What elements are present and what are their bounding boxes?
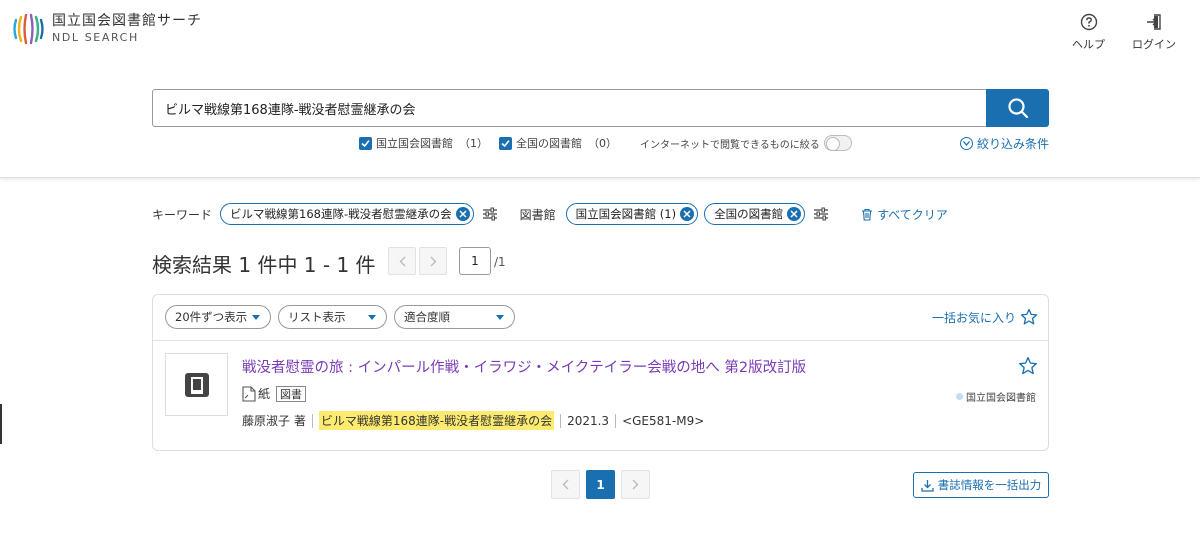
check-icon xyxy=(501,139,510,147)
chevron-left-icon xyxy=(399,256,405,266)
favorite-button[interactable] xyxy=(1018,356,1038,380)
record-title-link[interactable]: 戦没者慰霊の旅 : インパール作戦・イラワジ・メイクテイラー会戦の地へ 第2版改… xyxy=(242,356,806,377)
library-chip-all: 全国の図書館 xyxy=(704,203,806,225)
library-chip-all-label: 全国の図書館 xyxy=(714,207,784,221)
holder-label: 国立国会図書館 xyxy=(966,393,1036,404)
option-ndl[interactable]: 国立国会図書館 （1） xyxy=(359,135,488,151)
clear-all-button[interactable]: すべてクリア xyxy=(861,206,948,223)
bulk-export-label: 書誌情報を一括出力 xyxy=(937,478,1042,492)
chevron-down-icon xyxy=(960,137,973,150)
keyword-chip: ビルマ戦線第168連隊-戦没者慰霊継承の会 xyxy=(220,203,474,225)
ndl-checkbox[interactable] xyxy=(359,136,372,150)
close-icon[interactable] xyxy=(455,207,470,221)
check-icon xyxy=(361,139,370,147)
star-icon xyxy=(1020,308,1038,325)
view-mode-value: リスト表示 xyxy=(288,310,346,324)
record-media-info: 紙 図書 xyxy=(242,385,307,402)
book-icon xyxy=(184,372,209,397)
page-number-input[interactable]: 1 xyxy=(459,247,491,275)
download-icon xyxy=(921,479,934,492)
results-heading: 検索結果 1 件中 1 - 1 件 xyxy=(152,253,376,277)
caret-down-icon xyxy=(496,315,504,320)
bulk-export-button[interactable]: 書誌情報を一括出力 xyxy=(913,472,1049,498)
next-page-button[interactable] xyxy=(419,247,447,275)
search-button[interactable] xyxy=(986,89,1049,127)
login-label: ログイン xyxy=(1132,38,1176,51)
page-1-button[interactable]: 1 xyxy=(586,470,615,499)
search-input[interactable] xyxy=(153,90,987,126)
library-filter-label: 図書館 xyxy=(519,207,556,222)
divider xyxy=(560,413,562,428)
caret-down-icon xyxy=(252,315,260,320)
clear-all-label: すべてクリア xyxy=(877,207,948,222)
view-mode-select[interactable]: リスト表示 xyxy=(278,305,387,329)
ndl-logo-icon xyxy=(13,13,44,45)
ndl-option-count: （1） xyxy=(459,137,488,150)
per-page-select[interactable]: 20件ずつ表示 xyxy=(165,305,271,329)
media-label: 紙 xyxy=(258,387,271,401)
divider xyxy=(615,413,617,428)
logo-title: 国立国会図書館サーチ xyxy=(52,13,202,29)
caret-down-icon xyxy=(368,315,376,320)
close-icon[interactable] xyxy=(787,207,802,221)
filter-settings-icon[interactable] xyxy=(482,207,498,221)
bulk-favorite-button[interactable]: 一括お気に入り xyxy=(932,308,1038,326)
help-icon xyxy=(1079,12,1099,32)
search-icon xyxy=(1007,98,1028,119)
chevron-left-icon xyxy=(562,479,569,490)
record-call-number: <GE581-M9> xyxy=(622,413,705,428)
keyword-chip-label: ビルマ戦線第168連隊-戦没者慰霊継承の会 xyxy=(230,207,452,221)
refine-conditions-button[interactable]: 絞り込み条件 xyxy=(960,135,1049,152)
record-thumbnail[interactable] xyxy=(165,353,228,416)
star-icon xyxy=(1019,357,1037,375)
keyword-filter-label: キーワード xyxy=(152,207,213,222)
library-chip-ndl: 国立国会図書館 (1) xyxy=(565,203,699,225)
prev-page-button[interactable] xyxy=(388,247,416,275)
results-toolbar: 20件ずつ表示 リスト表示 適合度順 一括お気に入り xyxy=(153,295,1048,341)
holding-library: 国立国会図書館 xyxy=(956,389,1036,404)
bottom-next-button[interactable] xyxy=(621,470,650,499)
login-icon xyxy=(1144,12,1164,32)
ndl-option-label: 国立国会図書館 xyxy=(376,137,453,150)
site-header: 国立国会図書館サーチ NDL SEARCH ヘルプ ログイン xyxy=(0,0,1200,58)
holder-dot xyxy=(956,393,963,400)
per-page-value: 20件ずつ表示 xyxy=(175,310,248,324)
option-all-libraries[interactable]: 全国の図書館 （0） xyxy=(499,135,617,151)
record-publisher: ビルマ戦線第168連隊-戦没者慰霊継承の会 xyxy=(318,411,555,430)
all-libraries-option-label: 全国の図書館 xyxy=(516,137,582,150)
sort-value: 適合度順 xyxy=(404,310,450,324)
site-logo[interactable]: 国立国会図書館サーチ NDL SEARCH xyxy=(12,12,202,46)
refine-label: 絞り込み条件 xyxy=(977,137,1050,151)
internet-filter-label: インターネットで閲覧できるものに絞る xyxy=(640,139,820,151)
library-chip-ndl-label: 国立国会図書館 (1) xyxy=(575,207,677,221)
internet-filter: インターネットで閲覧できるものに絞る xyxy=(640,135,852,151)
record-year: 2021.3 xyxy=(567,413,610,428)
all-libraries-option-count: （0） xyxy=(588,137,617,150)
logo-subtitle: NDL SEARCH xyxy=(52,31,139,44)
trash-icon xyxy=(862,208,873,221)
help-label: ヘルプ xyxy=(1072,38,1105,51)
search-input-wrapper[interactable] xyxy=(152,89,987,127)
internet-toggle[interactable] xyxy=(823,135,852,151)
type-tag: 図書 xyxy=(276,385,307,402)
record-metadata: 藤原淑子 著 ビルマ戦線第168連隊-戦没者慰霊継承の会 2021.3 <GE5… xyxy=(242,411,704,430)
sort-select[interactable]: 適合度順 xyxy=(394,305,515,329)
page-total: /1 xyxy=(494,255,506,269)
active-filters: キーワード ビルマ戦線第168連隊-戦没者慰霊継承の会 図書館 国立国会図書館 … xyxy=(152,202,948,226)
all-libraries-checkbox[interactable] xyxy=(499,136,512,150)
left-edge-marker xyxy=(0,404,2,444)
results-card: 20件ずつ表示 リスト表示 適合度順 一括お気に入り 戦没者慰霊の旅 : インパ… xyxy=(152,294,1049,451)
bottom-prev-button[interactable] xyxy=(551,470,580,499)
search-panel: 国立国会図書館 （1） 全国の図書館 （0） インターネットで閲覧できるものに絞… xyxy=(0,58,1200,178)
chevron-right-icon xyxy=(632,479,639,490)
bulk-favorite-label: 一括お気に入り xyxy=(931,310,1016,325)
record-author: 藤原淑子 著 xyxy=(242,414,306,428)
chevron-right-icon xyxy=(430,256,436,266)
paper-icon xyxy=(242,385,256,402)
login-button[interactable]: ログイン xyxy=(1132,12,1176,52)
filter-settings-icon[interactable] xyxy=(813,207,829,221)
close-icon[interactable] xyxy=(680,207,695,221)
help-button[interactable]: ヘルプ xyxy=(1072,12,1105,52)
divider xyxy=(311,413,313,428)
